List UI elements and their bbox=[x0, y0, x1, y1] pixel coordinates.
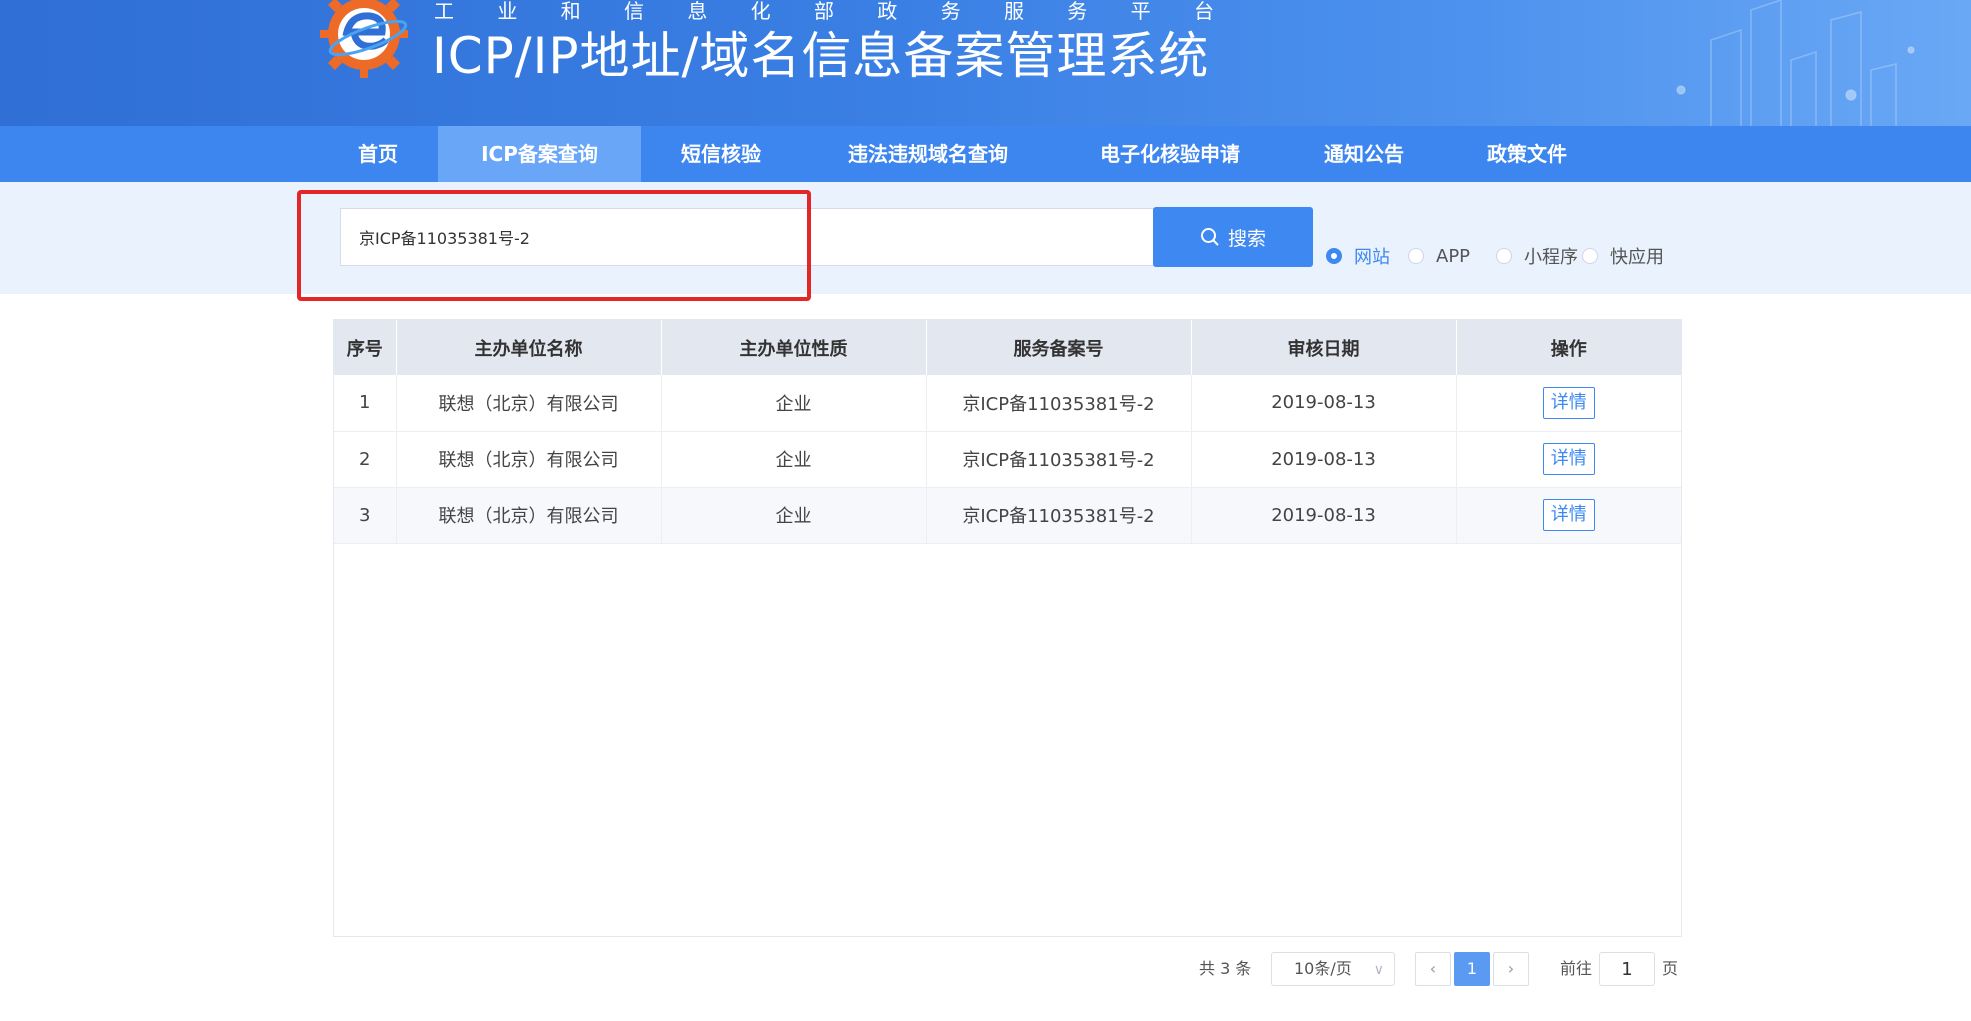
table-header-row: 序号 主办单位名称 主办单位性质 服务备案号 审核日期 操作 bbox=[334, 320, 1681, 375]
cell-actions: 详情 bbox=[1456, 431, 1681, 488]
cell-review-date: 2019-08-13 bbox=[1191, 431, 1457, 488]
subtitle-char: 务 bbox=[1067, 0, 1088, 23]
subtitle-char: 平 bbox=[1130, 0, 1151, 23]
cell-org-type: 企业 bbox=[661, 375, 927, 432]
nav-item-home[interactable]: 首页 bbox=[336, 126, 420, 182]
results-table-container: 序号 主办单位名称 主办单位性质 服务备案号 审核日期 操作 1 联想（北京）有… bbox=[333, 319, 1682, 937]
subtitle-char: 化 bbox=[750, 0, 771, 23]
detail-button[interactable]: 详情 bbox=[1542, 499, 1595, 531]
detail-button[interactable]: 详情 bbox=[1542, 443, 1595, 475]
cell-org-name: 联想（北京）有限公司 bbox=[396, 431, 662, 488]
cell-index: 3 bbox=[334, 487, 397, 544]
radio-label: 网站 bbox=[1354, 247, 1390, 268]
page-size-select[interactable]: 10条/页 ∨ bbox=[1271, 952, 1395, 986]
cell-index: 1 bbox=[334, 375, 397, 432]
page-size-value: 10条/页 bbox=[1294, 959, 1352, 978]
cell-record-no: 京ICP备11035381号-2 bbox=[926, 375, 1192, 432]
table-row: 1 联想（北京）有限公司 企业 京ICP备11035381号-2 2019-08… bbox=[334, 375, 1681, 432]
logo-icon bbox=[320, 0, 408, 78]
radio-app[interactable]: APP bbox=[1408, 242, 1470, 270]
site-title: ICP/IP地址/域名信息备案管理系统 bbox=[432, 27, 1210, 85]
cell-actions: 详情 bbox=[1456, 375, 1681, 432]
nav-item-icp-query[interactable]: ICP备案查询 bbox=[438, 126, 641, 182]
table-row: 3 联想（北京）有限公司 企业 京ICP备11035381号-2 2019-08… bbox=[334, 487, 1681, 544]
nav-item-electronic-verify[interactable]: 电子化核验申请 bbox=[1082, 126, 1258, 182]
results-table: 序号 主办单位名称 主办单位性质 服务备案号 审核日期 操作 1 联想（北京）有… bbox=[334, 320, 1681, 544]
radio-label: APP bbox=[1436, 245, 1471, 267]
search-button[interactable]: 搜索 bbox=[1153, 207, 1313, 267]
subtitle-char: 业 bbox=[497, 0, 518, 23]
nav-item-policies[interactable]: 政策文件 bbox=[1470, 126, 1584, 182]
nav-item-notices[interactable]: 通知公告 bbox=[1308, 126, 1420, 182]
city-skyline-decoration bbox=[1676, 0, 1915, 126]
nav-item-sms-verify[interactable]: 短信核验 bbox=[660, 126, 782, 182]
column-header-review-date: 审核日期 bbox=[1191, 320, 1457, 375]
radio-website[interactable]: 网站 bbox=[1326, 242, 1390, 270]
nav-item-illegal-domain-query[interactable]: 违法违规域名查询 bbox=[826, 126, 1030, 182]
subtitle-char: 工 bbox=[434, 0, 454, 23]
subtitle-char: 部 bbox=[813, 0, 834, 23]
page-number-current[interactable]: 1 bbox=[1454, 952, 1490, 986]
search-input[interactable] bbox=[340, 208, 1154, 266]
subtitle-char: 服 bbox=[1003, 0, 1024, 23]
goto-label-prefix: 前往 bbox=[1560, 959, 1593, 978]
column-header-org-type: 主办单位性质 bbox=[661, 320, 927, 375]
radio-dot-icon bbox=[1582, 248, 1598, 264]
column-header-org-name: 主办单位名称 bbox=[396, 320, 662, 375]
cell-org-type: 企业 bbox=[661, 487, 927, 544]
column-header-index: 序号 bbox=[334, 320, 397, 375]
subtitle-char: 政 bbox=[877, 0, 898, 23]
cell-actions: 详情 bbox=[1456, 487, 1681, 544]
radio-dot-icon bbox=[1326, 248, 1342, 264]
site-header: 工 业 和 信 息 化 部 政 务 服 务 平 台 ICP/IP地址/域名信息备… bbox=[0, 0, 1971, 126]
chevron-down-icon: ∨ bbox=[1373, 962, 1384, 978]
cell-org-name: 联想（北京）有限公司 bbox=[396, 487, 662, 544]
search-icon bbox=[1200, 228, 1219, 246]
subtitle-char: 息 bbox=[687, 0, 708, 23]
radio-dot-icon bbox=[1408, 248, 1424, 264]
subtitle-char: 和 bbox=[560, 0, 581, 23]
pagination-total: 共 3 条 bbox=[1199, 959, 1252, 978]
table-row: 2 联想（北京）有限公司 企业 京ICP备11035381号-2 2019-08… bbox=[334, 431, 1681, 488]
goto-label-suffix: 页 bbox=[1662, 959, 1679, 978]
radio-mini-program[interactable]: 小程序 bbox=[1496, 242, 1578, 270]
column-header-actions: 操作 bbox=[1456, 320, 1681, 375]
next-page-button[interactable]: › bbox=[1493, 952, 1529, 986]
radio-label: 小程序 bbox=[1524, 247, 1578, 268]
cell-org-type: 企业 bbox=[661, 431, 927, 488]
subtitle-char: 信 bbox=[623, 0, 644, 23]
subtitle-char: 务 bbox=[940, 0, 961, 23]
detail-button[interactable]: 详情 bbox=[1542, 386, 1595, 419]
cell-record-no: 京ICP备11035381号-2 bbox=[926, 487, 1192, 544]
cell-review-date: 2019-08-13 bbox=[1191, 375, 1457, 432]
goto-page-input[interactable] bbox=[1599, 952, 1655, 986]
cell-record-no: 京ICP备11035381号-2 bbox=[926, 431, 1192, 488]
cell-review-date: 2019-08-13 bbox=[1191, 487, 1457, 544]
radio-dot-icon bbox=[1496, 248, 1512, 264]
radio-quick-app[interactable]: 快应用 bbox=[1582, 242, 1664, 270]
column-header-record-no: 服务备案号 bbox=[926, 320, 1192, 375]
main-nav: 首页 ICP备案查询 短信核验 违法违规域名查询 电子化核验申请 通知公告 政策… bbox=[0, 126, 1971, 182]
search-button-label: 搜索 bbox=[1227, 227, 1266, 250]
cell-index: 2 bbox=[334, 431, 397, 488]
subtitle-char: 台 bbox=[1193, 0, 1214, 23]
cell-org-name: 联想（北京）有限公司 bbox=[396, 375, 662, 432]
prev-page-button[interactable]: ‹ bbox=[1415, 952, 1451, 986]
radio-label: 快应用 bbox=[1610, 247, 1664, 268]
site-subtitle: 工 业 和 信 息 化 部 政 务 服 务 平 台 bbox=[434, 0, 1214, 22]
